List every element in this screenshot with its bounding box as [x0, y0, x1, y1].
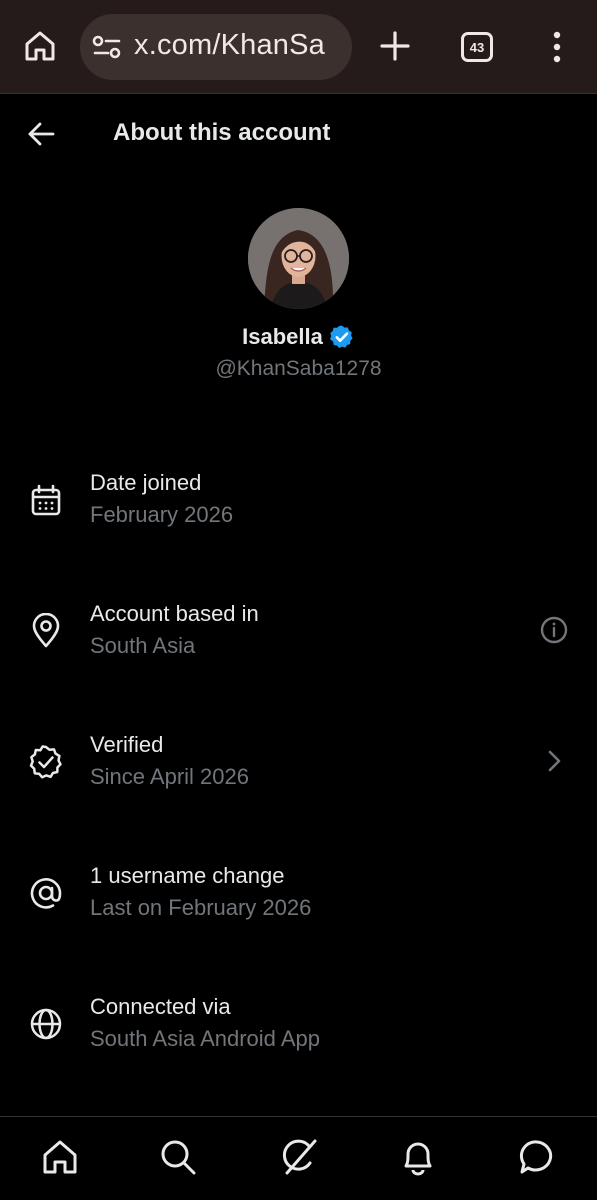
tab-count: 43 [469, 39, 485, 55]
account-based-in-value: South Asia [90, 633, 196, 658]
verified-badge-icon[interactable] [329, 324, 355, 350]
username-change-value: Last on February 2026 [90, 895, 312, 920]
home-icon[interactable] [40, 1137, 80, 1177]
connected-via-row: Connected via South Asia Android App [0, 994, 597, 1084]
date-joined-row: Date joined February 2026 [0, 470, 597, 560]
chevron-right-icon[interactable] [539, 746, 569, 776]
messages-icon[interactable] [517, 1137, 557, 1177]
at-icon [30, 878, 62, 909]
plus-icon[interactable] [377, 28, 413, 64]
more-vertical-icon[interactable] [545, 29, 569, 65]
display-name-row: Isabella [0, 324, 597, 350]
account-based-in-label: Account based in [90, 601, 259, 626]
info-icon[interactable] [539, 615, 569, 645]
location-pin-icon [32, 613, 60, 648]
page-title: About this account [113, 119, 331, 146]
account-based-in-row: Account based in South Asia [0, 601, 597, 691]
globe-icon [30, 1008, 62, 1040]
verified-row[interactable]: Verified Since April 2026 [0, 732, 597, 822]
connected-via-label: Connected via [90, 994, 231, 1019]
calendar-icon [31, 484, 61, 516]
search-icon[interactable] [158, 1137, 198, 1177]
bottom-nav [0, 1116, 597, 1200]
arrow-left-icon[interactable] [26, 118, 58, 150]
verified-value: Since April 2026 [90, 764, 249, 789]
date-joined-value: February 2026 [90, 502, 234, 527]
display-name: Isabella [242, 324, 323, 349]
browser-toolbar: x.com/KhanSa 43 [0, 0, 597, 94]
avatar-image [248, 208, 349, 309]
username-change-label: 1 username change [90, 863, 285, 888]
bell-icon[interactable] [398, 1137, 438, 1177]
address-bar[interactable]: x.com/KhanSa [80, 14, 352, 80]
site-settings-icon[interactable] [92, 33, 122, 61]
connected-via-value: South Asia Android App [90, 1026, 320, 1051]
verified-badge-outline-icon [29, 745, 62, 779]
avatar[interactable] [248, 208, 349, 309]
verified-label: Verified [90, 732, 164, 757]
date-joined-label: Date joined [90, 470, 202, 495]
profile-handle: @KhanSaba1278 [215, 357, 382, 380]
tabs-icon[interactable]: 43 [461, 32, 493, 62]
url-text[interactable]: x.com/KhanSa [134, 29, 325, 62]
grok-icon[interactable] [279, 1137, 319, 1177]
home-icon[interactable] [22, 28, 58, 64]
username-change-row: 1 username change Last on February 2026 [0, 863, 597, 953]
